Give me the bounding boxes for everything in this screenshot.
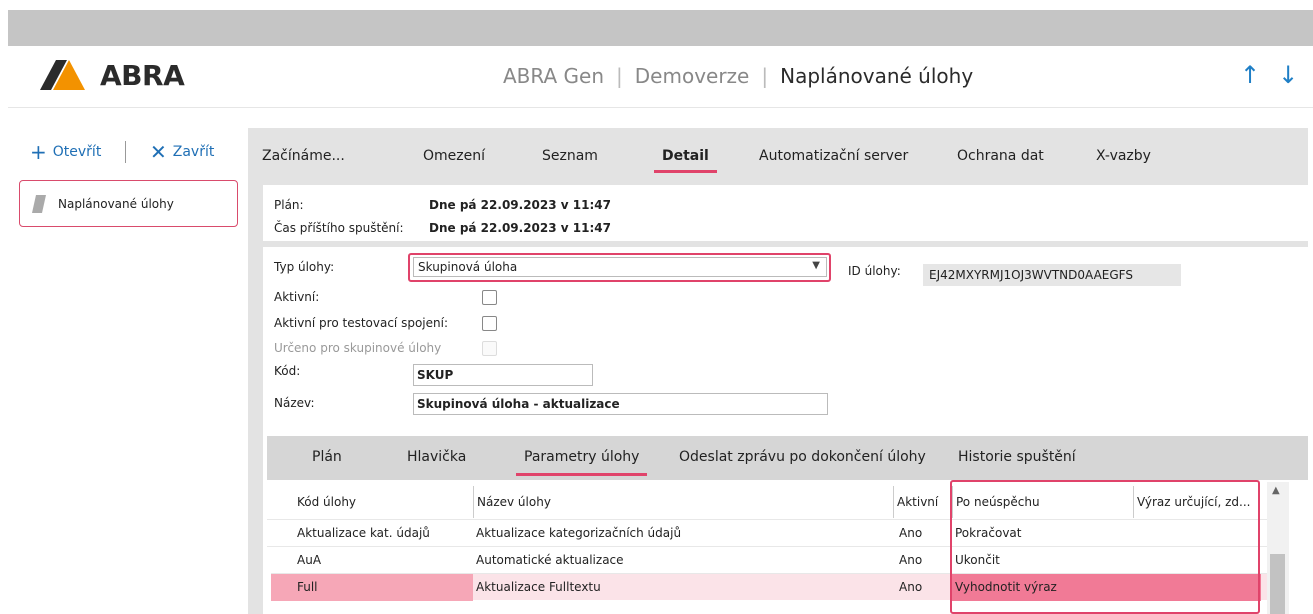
detail-sub-tabs: Plán Hlavička Parametry úlohy Odeslat zp… <box>267 436 1308 480</box>
breadcrumb-separator: | <box>616 64 623 88</box>
name-input[interactable]: Skupinová úloha - aktualizace <box>413 393 828 415</box>
code-label: Kód: <box>274 364 301 378</box>
table-row-selected[interactable]: Full Aktualizace Fulltextu Ano Vyhodnoti… <box>271 573 1267 601</box>
plus-icon: + <box>30 140 47 164</box>
app-header: ABRA ABRA Gen | Demoverze | Naplánované … <box>8 46 1313 108</box>
tab-getting-started[interactable]: Začínáme... <box>262 148 345 164</box>
breadcrumb-database[interactable]: Demoverze <box>635 64 750 88</box>
sidebar-item-label: Naplánované úlohy <box>58 196 174 211</box>
top-strip <box>8 10 1313 46</box>
tab-detail[interactable]: Detail <box>654 148 717 173</box>
plan-value: Dne pá 22.09.2023 v 11:47 <box>429 198 611 212</box>
column-header-expression[interactable]: Výraz určující, zd... <box>1133 486 1253 518</box>
task-type-select[interactable]: Skupinová úloha ▼ <box>413 257 827 277</box>
cell-code: Full <box>271 574 473 601</box>
group-task-checkbox <box>482 341 497 356</box>
toolbar-divider <box>125 141 126 163</box>
cell-active: Ano <box>899 526 923 540</box>
task-type-label: Typ úlohy: <box>274 260 335 274</box>
next-run-value: Dne pá 22.09.2023 v 11:47 <box>429 221 611 235</box>
task-id-label: ID úlohy: <box>848 264 901 278</box>
active-test-checkbox[interactable] <box>482 316 497 331</box>
plan-label: Plán: <box>274 198 304 212</box>
subtab-run-history[interactable]: Historie spuštění <box>958 449 1076 465</box>
logo-text: ABRA <box>100 58 185 92</box>
task-type-value: Skupinová úloha <box>418 260 518 274</box>
active-checkbox[interactable] <box>482 290 497 305</box>
task-detail-form: Typ úlohy: Skupinová úloha ▼ ID úlohy: E… <box>263 247 1308 614</box>
subtab-header[interactable]: Hlavička <box>407 449 466 465</box>
subtab-plan[interactable]: Plán <box>312 449 342 465</box>
document-icon <box>32 194 46 213</box>
chevron-down-icon: ▼ <box>812 260 820 271</box>
abra-logo: ABRA <box>40 58 185 92</box>
breadcrumb: ABRA Gen | Demoverze | Naplánované úlohy <box>503 64 973 88</box>
cell-active: Ano <box>899 580 923 594</box>
column-header-code[interactable]: Kód úlohy <box>297 486 467 518</box>
task-parameters-grid: Kód úlohy Název úlohy Aktivní Po neúspěc… <box>267 480 1308 614</box>
close-icon: ✕ <box>150 140 167 164</box>
main-tabs: Začínáme... Omezení Seznam Detail Automa… <box>248 128 1308 180</box>
open-button[interactable]: + Otevřít <box>30 140 102 164</box>
cell-on-fail: Pokračovat <box>955 526 1022 540</box>
sidebar-item-scheduled-tasks[interactable]: Naplánované úlohy <box>19 180 238 227</box>
tab-list[interactable]: Seznam <box>542 148 598 164</box>
cell-active: Ano <box>899 553 923 567</box>
abra-logo-icon <box>40 60 85 90</box>
tab-automation-server[interactable]: Automatizační server <box>759 148 908 164</box>
next-run-label: Čas příštího spuštění: <box>274 221 404 235</box>
close-button-label: Zavřít <box>172 144 215 160</box>
tab-x-links[interactable]: X-vazby <box>1096 148 1151 164</box>
cell-name: Automatické aktualizace <box>476 553 624 567</box>
table-row[interactable]: Aktualizace kat. údajů Aktualizace kateg… <box>267 519 1267 546</box>
cell-code: AuA <box>297 553 322 567</box>
scroll-up-icon[interactable]: ▲ <box>1272 485 1280 496</box>
active-test-label: Aktivní pro testovací spojení: <box>274 316 448 330</box>
arrow-down-icon[interactable]: ↓ <box>1278 60 1298 90</box>
cell-name: Aktualizace kategorizačních údajů <box>476 526 682 540</box>
active-label: Aktivní: <box>274 290 320 304</box>
grid-scrollbar[interactable]: ▲ <box>1267 482 1289 614</box>
scrollbar-thumb[interactable] <box>1270 554 1285 614</box>
tab-restrictions[interactable]: Omezení <box>423 148 485 164</box>
record-navigation: ↑ ↓ <box>1240 60 1298 90</box>
page-title: Naplánované úlohy <box>780 64 974 88</box>
name-label: Název: <box>274 396 315 410</box>
group-task-label: Určeno pro skupinové úlohy <box>274 341 442 355</box>
breadcrumb-separator: | <box>761 64 769 88</box>
active-tab-underline <box>654 170 717 173</box>
subtab-task-parameters[interactable]: Parametry úlohy <box>516 449 648 476</box>
close-button[interactable]: ✕ Zavřít <box>150 140 215 164</box>
cell-on-fail: Vyhodnotit výraz <box>952 574 1261 601</box>
active-subtab-underline <box>516 473 648 476</box>
breadcrumb-app[interactable]: ABRA Gen <box>503 64 604 88</box>
cell-code: Aktualizace kat. údajů <box>297 526 430 540</box>
open-button-label: Otevřít <box>52 144 102 160</box>
task-id-field: EJ42MXYRMJ1OJ3WVTND0AAEGFS <box>923 264 1181 286</box>
column-header-on-fail[interactable]: Po neúspěchu <box>952 486 1132 518</box>
plan-info-panel: Plán: Dne pá 22.09.2023 v 11:47 Čas příš… <box>263 185 1308 241</box>
code-input[interactable]: SKUP <box>413 364 593 386</box>
subtab-send-message[interactable]: Odeslat zprávu po dokončení úlohy <box>679 449 926 465</box>
main-panel: Začínáme... Omezení Seznam Detail Automa… <box>248 128 1308 614</box>
arrow-up-icon[interactable]: ↑ <box>1240 60 1260 90</box>
cell-on-fail: Ukončit <box>955 553 1000 567</box>
tab-data-protection[interactable]: Ochrana dat <box>957 148 1044 164</box>
column-header-active[interactable]: Aktivní <box>893 486 951 518</box>
cell-name: Aktualizace Fulltextu <box>476 580 601 594</box>
table-row[interactable]: AuA Automatické aktualizace Ano Ukončit <box>267 546 1267 573</box>
column-header-name[interactable]: Název úlohy <box>473 486 890 518</box>
grid-header: Kód úlohy Název úlohy Aktivní Po neúspěc… <box>267 486 1267 518</box>
